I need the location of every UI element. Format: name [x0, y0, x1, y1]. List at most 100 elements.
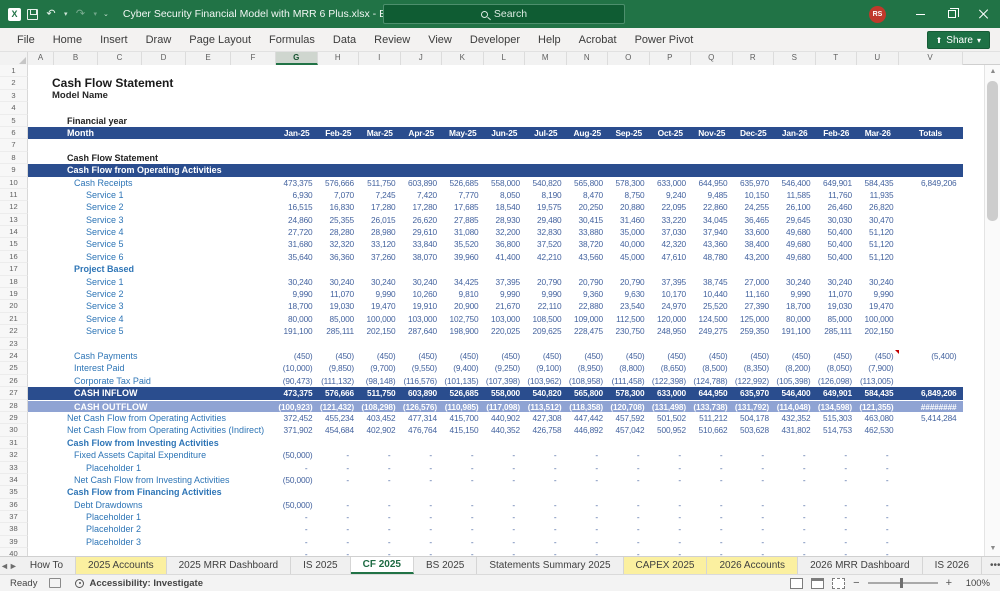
- cell-O20[interactable]: 23,540: [608, 300, 650, 312]
- cell-V15[interactable]: [899, 238, 963, 250]
- cell-I40[interactable]: -: [359, 548, 401, 556]
- cell-H16[interactable]: 36,360: [318, 251, 360, 263]
- cell-V34[interactable]: [899, 474, 963, 486]
- cell-N19[interactable]: 9,360: [567, 288, 609, 300]
- row-header-20[interactable]: 20: [0, 300, 28, 313]
- cell-M30[interactable]: 426,758: [525, 424, 567, 436]
- cell-L16[interactable]: 41,400: [484, 251, 526, 263]
- sheet-tab-statements-summary-2025[interactable]: Statements Summary 2025: [477, 557, 624, 574]
- cell-Q39[interactable]: -: [691, 536, 733, 548]
- cell-V16[interactable]: [899, 251, 963, 263]
- cell-G22[interactable]: 191,100: [276, 325, 318, 337]
- share-button[interactable]: ⬆ Share ▾: [926, 31, 990, 49]
- cell-H21[interactable]: 85,000: [318, 313, 360, 325]
- cell-P26[interactable]: (122,398): [650, 375, 692, 387]
- cell-P13[interactable]: 33,220: [650, 214, 692, 226]
- cell-M16[interactable]: 42,210: [525, 251, 567, 263]
- normal-view-icon[interactable]: [790, 577, 804, 589]
- cell-H36[interactable]: -: [318, 499, 360, 511]
- row-header-25[interactable]: 25: [0, 362, 28, 375]
- cell-R22[interactable]: 259,350: [733, 325, 775, 337]
- cell-T19[interactable]: 11,070: [816, 288, 858, 300]
- cell-J29[interactable]: 477,314: [401, 412, 443, 424]
- cell-I22[interactable]: 202,150: [359, 325, 401, 337]
- column-header-M[interactable]: M: [525, 52, 567, 65]
- cell-N15[interactable]: 38,720: [567, 238, 609, 250]
- cell-J33[interactable]: -: [401, 462, 443, 474]
- cell-I6[interactable]: Mar-25: [359, 127, 401, 139]
- undo-dropdown-icon[interactable]: ▾: [64, 10, 68, 18]
- cell-P16[interactable]: 47,610: [650, 251, 692, 263]
- scroll-up-icon[interactable]: ▲: [985, 65, 1000, 79]
- cell-U13[interactable]: 30,470: [857, 214, 899, 226]
- cell-P29[interactable]: 501,502: [650, 412, 692, 424]
- cell-J14[interactable]: 29,610: [401, 226, 443, 238]
- sheet-tab-capex-2025[interactable]: CAPEX 2025: [623, 557, 708, 574]
- cell-S36[interactable]: -: [774, 499, 816, 511]
- cell-K10[interactable]: 526,685: [442, 177, 484, 189]
- cell-O39[interactable]: -: [608, 536, 650, 548]
- row-header-5[interactable]: 5: [0, 114, 28, 127]
- cell-V13[interactable]: [899, 214, 963, 226]
- cell-R18[interactable]: 27,000: [733, 276, 775, 288]
- cell-J11[interactable]: 7,420: [401, 189, 443, 201]
- cell-U10[interactable]: 584,435: [857, 177, 899, 189]
- cell-P22[interactable]: 248,950: [650, 325, 692, 337]
- cell-T30[interactable]: 514,753: [816, 424, 858, 436]
- cell-Q16[interactable]: 48,780: [691, 251, 733, 263]
- cell-O11[interactable]: 8,750: [608, 189, 650, 201]
- cell-O13[interactable]: 31,460: [608, 214, 650, 226]
- cell-O10[interactable]: 578,300: [608, 177, 650, 189]
- zoom-slider-thumb[interactable]: [899, 578, 903, 588]
- cell-I29[interactable]: 403,452: [359, 412, 401, 424]
- cell-G34[interactable]: (50,000): [276, 474, 318, 486]
- cell-S10[interactable]: 546,400: [774, 177, 816, 189]
- cell-R19[interactable]: 11,160: [733, 288, 775, 300]
- cell-V29[interactable]: 5,414,284: [899, 412, 963, 424]
- cell-R16[interactable]: 43,200: [733, 251, 775, 263]
- column-header-C[interactable]: C: [98, 52, 142, 65]
- cell-P10[interactable]: 633,000: [650, 177, 692, 189]
- cell-Q22[interactable]: 249,275: [691, 325, 733, 337]
- cell-R25[interactable]: (8,350): [733, 362, 775, 374]
- cell-I11[interactable]: 7,245: [359, 189, 401, 201]
- cell-L33[interactable]: -: [484, 462, 526, 474]
- cell-O19[interactable]: 9,630: [608, 288, 650, 300]
- cell-R34[interactable]: -: [733, 474, 775, 486]
- cell-S16[interactable]: 49,680: [774, 251, 816, 263]
- cell-P39[interactable]: -: [650, 536, 692, 548]
- cell-G15[interactable]: 31,680: [276, 238, 318, 250]
- cell-T29[interactable]: 515,303: [816, 412, 858, 424]
- column-header-S[interactable]: S: [774, 52, 816, 65]
- cell-K21[interactable]: 102,750: [442, 313, 484, 325]
- cell-L36[interactable]: -: [484, 499, 526, 511]
- column-header-I[interactable]: I: [359, 52, 401, 65]
- macro-record-icon[interactable]: [49, 578, 62, 588]
- ribbon-tab-page-layout[interactable]: Page Layout: [180, 30, 260, 50]
- cell-J21[interactable]: 103,000: [401, 313, 443, 325]
- cell-O6[interactable]: Sep-25: [608, 127, 650, 139]
- cell-K25[interactable]: (9,400): [442, 362, 484, 374]
- cell-R40[interactable]: -: [733, 548, 775, 556]
- row-header-31[interactable]: 31: [0, 436, 28, 450]
- cell-G21[interactable]: 80,000: [276, 313, 318, 325]
- cell-H27[interactable]: 576,666: [318, 387, 360, 399]
- cell-T36[interactable]: -: [816, 499, 858, 511]
- cell-U21[interactable]: 100,000: [857, 313, 899, 325]
- cell-J30[interactable]: 476,764: [401, 424, 443, 436]
- zoom-in-icon[interactable]: +: [946, 577, 952, 589]
- cell-N21[interactable]: 109,000: [567, 313, 609, 325]
- cell-P27[interactable]: 633,000: [650, 387, 692, 399]
- cell-V22[interactable]: [899, 325, 963, 337]
- row-header-36[interactable]: 36: [0, 498, 28, 512]
- cell-R32[interactable]: -: [733, 449, 775, 461]
- cell-M29[interactable]: 427,308: [525, 412, 567, 424]
- cell-T15[interactable]: 50,400: [816, 238, 858, 250]
- cell-I24[interactable]: (450): [359, 350, 401, 362]
- cell-Q33[interactable]: -: [691, 462, 733, 474]
- cell-R30[interactable]: 503,628: [733, 424, 775, 436]
- cell-K29[interactable]: 415,700: [442, 412, 484, 424]
- ribbon-tab-view[interactable]: View: [419, 30, 461, 50]
- close-button[interactable]: [968, 0, 1000, 28]
- row-header-35[interactable]: 35: [0, 486, 28, 499]
